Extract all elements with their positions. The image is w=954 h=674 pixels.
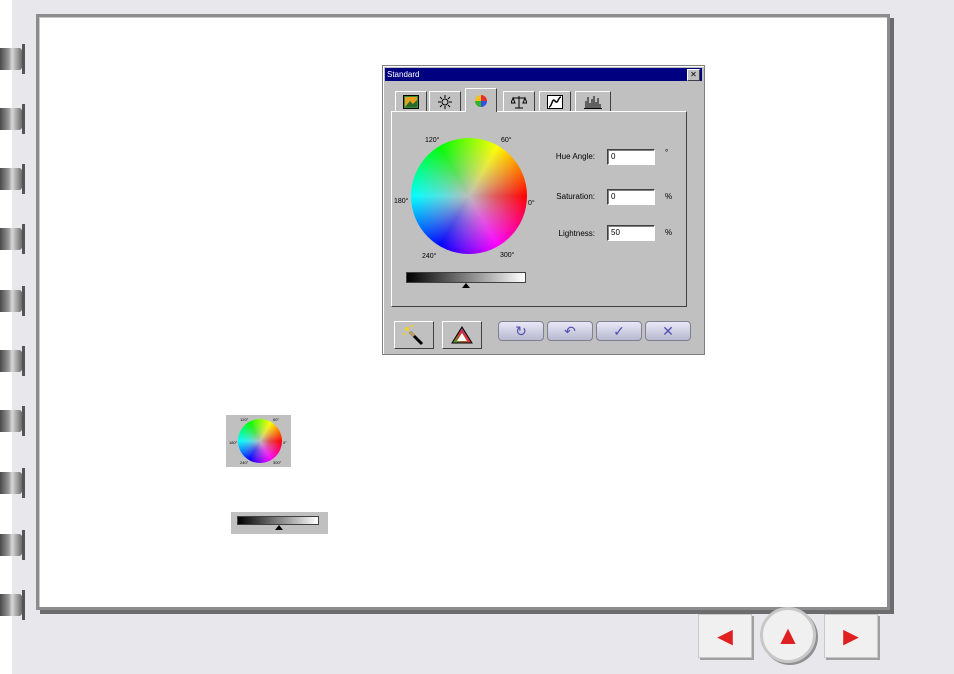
tab-histogram[interactable]	[575, 91, 611, 111]
dialog-titlebar: Standard ✕	[385, 68, 702, 81]
up-arrow-icon: ▲	[775, 620, 801, 650]
binder-ring	[0, 44, 25, 74]
binder-ring	[0, 530, 25, 560]
undo-button[interactable]: ↶	[547, 321, 593, 341]
binder-ring	[0, 590, 25, 620]
mini-label-300: 300°	[273, 460, 282, 465]
lightness-unit: %	[665, 228, 673, 237]
color-wheel-icon	[475, 94, 487, 107]
histogram-icon	[584, 95, 602, 109]
rgb-triangle-icon	[451, 326, 473, 344]
mini-label-120: 120°	[240, 417, 249, 422]
mini-label-60: 60°	[273, 417, 280, 422]
hue-saturation-wheel[interactable]	[411, 138, 527, 254]
label-180: 180°	[394, 198, 409, 205]
tab-color[interactable]	[465, 88, 497, 112]
cancel-button[interactable]: ✕	[645, 321, 691, 341]
reset-button[interactable]: ↻	[498, 321, 544, 341]
binder-ring	[0, 224, 25, 254]
mini-color-wheel	[238, 419, 282, 463]
mini-slider-illustration	[231, 512, 328, 534]
label-60: 60°	[501, 137, 512, 144]
hue-unit: °	[665, 148, 669, 157]
color-triangle-button[interactable]	[442, 321, 482, 349]
balance-icon	[511, 95, 527, 108]
close-button[interactable]: ✕	[687, 69, 700, 81]
tab-image[interactable]	[395, 91, 427, 111]
right-arrow-icon: ►	[838, 621, 864, 651]
binder-ring	[0, 104, 25, 134]
brightness-icon	[438, 94, 452, 109]
saturation-input[interactable]: 0	[607, 189, 655, 205]
saturation-unit: %	[665, 192, 673, 201]
mini-label-0: 0°	[283, 440, 287, 445]
label-0: 0°	[528, 200, 535, 207]
mini-slider-marker	[275, 525, 283, 530]
top-page-button[interactable]: ▲	[760, 607, 816, 663]
left-arrow-icon: ◄	[712, 621, 738, 651]
lightness-slider[interactable]	[406, 272, 526, 283]
lightness-input[interactable]: 50	[607, 225, 655, 241]
standard-dialog: Standard ✕ 120° 60° 180° 0° 240° 300° Hu…	[382, 65, 705, 355]
binder-ring	[0, 406, 25, 436]
image-icon	[403, 94, 419, 109]
binder-ring	[0, 164, 25, 194]
next-page-button[interactable]: ►	[824, 614, 878, 658]
mini-label-180: 180°	[229, 440, 238, 445]
dialog-title: Standard	[387, 70, 420, 79]
lightness-slider-marker[interactable]	[462, 283, 470, 288]
tab-balance[interactable]	[503, 91, 535, 111]
label-300: 300°	[500, 252, 515, 259]
tab-curve[interactable]	[539, 91, 571, 111]
hue-angle-input[interactable]: 0	[607, 149, 655, 165]
mini-wheel-illustration: 120° 60° 180° 0° 240° 300°	[226, 415, 291, 467]
ok-button[interactable]: ✓	[596, 321, 642, 341]
mini-label-240: 240°	[240, 460, 249, 465]
prev-page-button[interactable]: ◄	[698, 614, 752, 658]
auto-adjust-button[interactable]	[394, 321, 434, 349]
binder-ring	[0, 468, 25, 498]
lightness-label: Lightness:	[558, 229, 595, 238]
label-240: 240°	[422, 253, 437, 260]
label-120: 120°	[425, 137, 440, 144]
mini-lightness-slider	[237, 516, 319, 525]
tab-brightness[interactable]	[429, 91, 461, 111]
binder-ring	[0, 286, 25, 316]
curve-icon	[547, 94, 563, 109]
magic-wand-icon	[402, 324, 424, 346]
binder-ring	[0, 346, 25, 376]
saturation-label: Saturation:	[556, 192, 595, 201]
hue-angle-label: Hue Angle:	[555, 152, 595, 161]
